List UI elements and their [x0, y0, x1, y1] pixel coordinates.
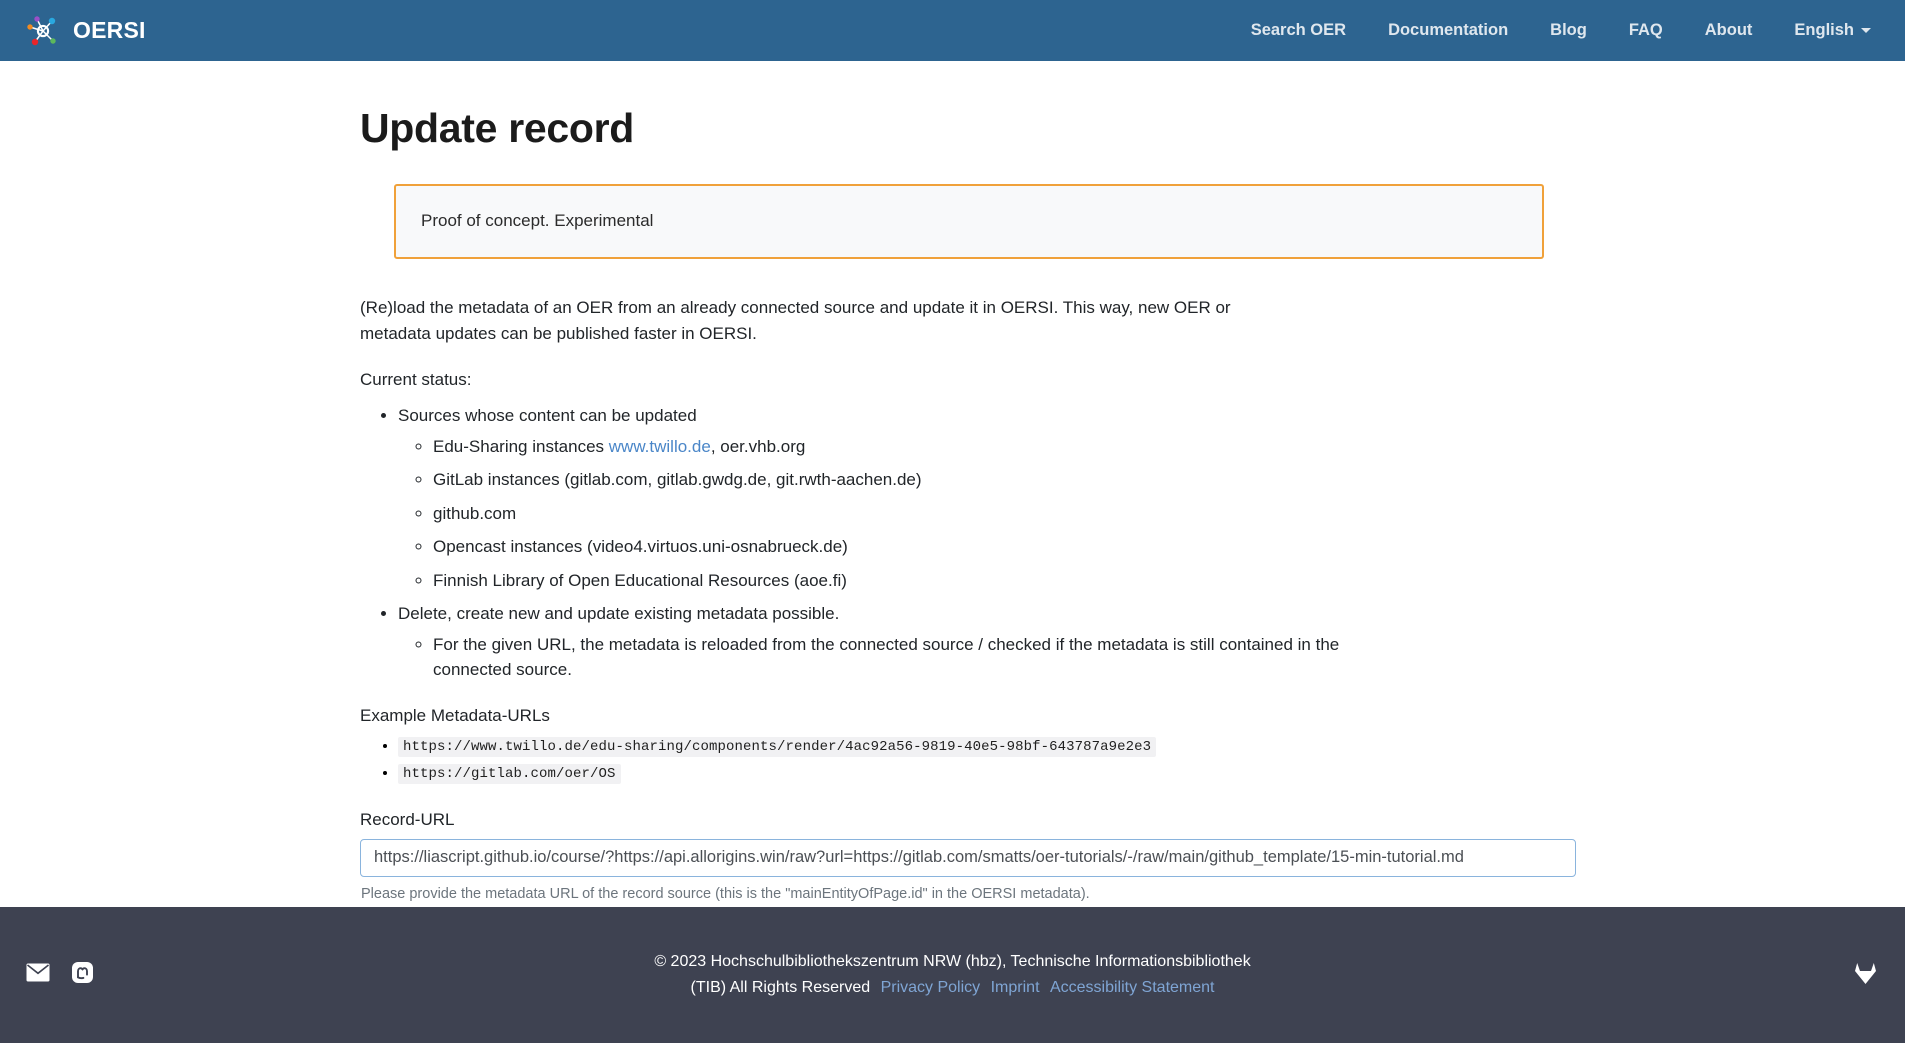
main-content: Update record Proof of concept. Experime… — [0, 61, 1905, 907]
top-navigation-bar: OERSI Search OER Documentation Blog FAQ … — [0, 0, 1905, 61]
status-list: Sources whose content can be updated Edu… — [360, 403, 1545, 683]
list-item: https://gitlab.com/oer/OS — [398, 764, 1545, 782]
example-urls-heading: Example Metadata-URLs — [360, 706, 1545, 726]
brand-home-link[interactable]: OERSI — [26, 14, 146, 48]
experimental-alert: Proof of concept. Experimental — [394, 184, 1544, 259]
nav-blog[interactable]: Blog — [1529, 13, 1608, 48]
list-item: Delete, create new and update existing m… — [398, 601, 1545, 683]
record-url-label: Record-URL — [360, 810, 1545, 830]
list-item: Finnish Library of Open Educational Reso… — [433, 568, 1373, 594]
experimental-alert-text: Proof of concept. Experimental — [421, 209, 1517, 233]
list-item: Opencast instances (video4.virtuos.uni-o… — [433, 534, 1373, 560]
language-selector-label: English — [1794, 21, 1854, 40]
nav-faq[interactable]: FAQ — [1608, 13, 1684, 48]
brand-name: OERSI — [73, 17, 146, 44]
list-item-label: Opencast instances (video4.virtuos.uni-o… — [433, 537, 848, 556]
footer-link-imprint[interactable]: Imprint — [991, 979, 1040, 996]
sources-sublist: Edu-Sharing instances www.twillo.de, oer… — [398, 434, 1545, 594]
list-item: Edu-Sharing instances www.twillo.de, oer… — [433, 434, 1373, 460]
list-item-label: For the given URL, the metadata is reloa… — [433, 635, 1339, 680]
footer-copyright-line1: © 2023 Hochschulbibliothekszentrum NRW (… — [654, 953, 1250, 970]
record-url-input[interactable] — [360, 839, 1576, 877]
list-item: GitLab instances (gitlab.com, gitlab.gwd… — [433, 467, 1373, 493]
footer-link-accessibility-statement[interactable]: Accessibility Statement — [1050, 979, 1215, 996]
footer-copyright-line2: (TIB) All Rights Reserved — [691, 979, 871, 996]
language-selector[interactable]: English — [1773, 13, 1877, 48]
list-item: Sources whose content can be updated Edu… — [398, 403, 1545, 593]
nav-links: Search OER Documentation Blog FAQ About … — [1230, 13, 1877, 48]
intro-paragraph: (Re)load the metadata of an OER from an … — [360, 295, 1280, 347]
capabilities-sublist: For the given URL, the metadata is reloa… — [398, 632, 1545, 683]
list-item-label: github.com — [433, 504, 516, 523]
oersi-network-logo-icon — [26, 14, 60, 48]
list-item: github.com — [433, 501, 1373, 527]
twillo-link[interactable]: www.twillo.de — [609, 437, 711, 456]
list-item-suffix: , oer.vhb.org — [711, 437, 806, 456]
footer-copyright-line2-wrapper: (TIB) All Rights Reserved Privacy Policy… — [0, 975, 1905, 1001]
example-url-code: https://www.twillo.de/edu-sharing/compon… — [398, 737, 1156, 757]
page-footer: © 2023 Hochschulbibliothekszentrum NRW (… — [0, 907, 1905, 1043]
list-item-label: Finnish Library of Open Educational Reso… — [433, 571, 847, 590]
footer-link-privacy-policy[interactable]: Privacy Policy — [881, 979, 981, 996]
chevron-down-icon — [1861, 28, 1871, 33]
list-item-label: Edu-Sharing instances — [433, 437, 609, 456]
list-item-label: Delete, create new and update existing m… — [398, 604, 839, 623]
current-status-label: Current status: — [360, 367, 1280, 393]
list-item: For the given URL, the metadata is reloa… — [433, 632, 1373, 683]
list-item: https://www.twillo.de/edu-sharing/compon… — [398, 737, 1545, 755]
nav-search-oer[interactable]: Search OER — [1230, 13, 1367, 48]
page-title: Update record — [360, 61, 1545, 152]
nav-documentation[interactable]: Documentation — [1367, 13, 1529, 48]
list-item-label: Sources whose content can be updated — [398, 406, 697, 425]
list-item-label: GitLab instances (gitlab.com, gitlab.gwd… — [433, 470, 922, 489]
content-container: Update record Proof of concept. Experime… — [360, 61, 1545, 963]
record-url-help-text: Please provide the metadata URL of the r… — [361, 886, 1545, 902]
example-url-code: https://gitlab.com/oer/OS — [398, 764, 621, 784]
example-urls-list: https://www.twillo.de/edu-sharing/compon… — [360, 737, 1545, 782]
footer-copyright: © 2023 Hochschulbibliothekszentrum NRW (… — [0, 949, 1905, 1000]
nav-about[interactable]: About — [1684, 13, 1774, 48]
